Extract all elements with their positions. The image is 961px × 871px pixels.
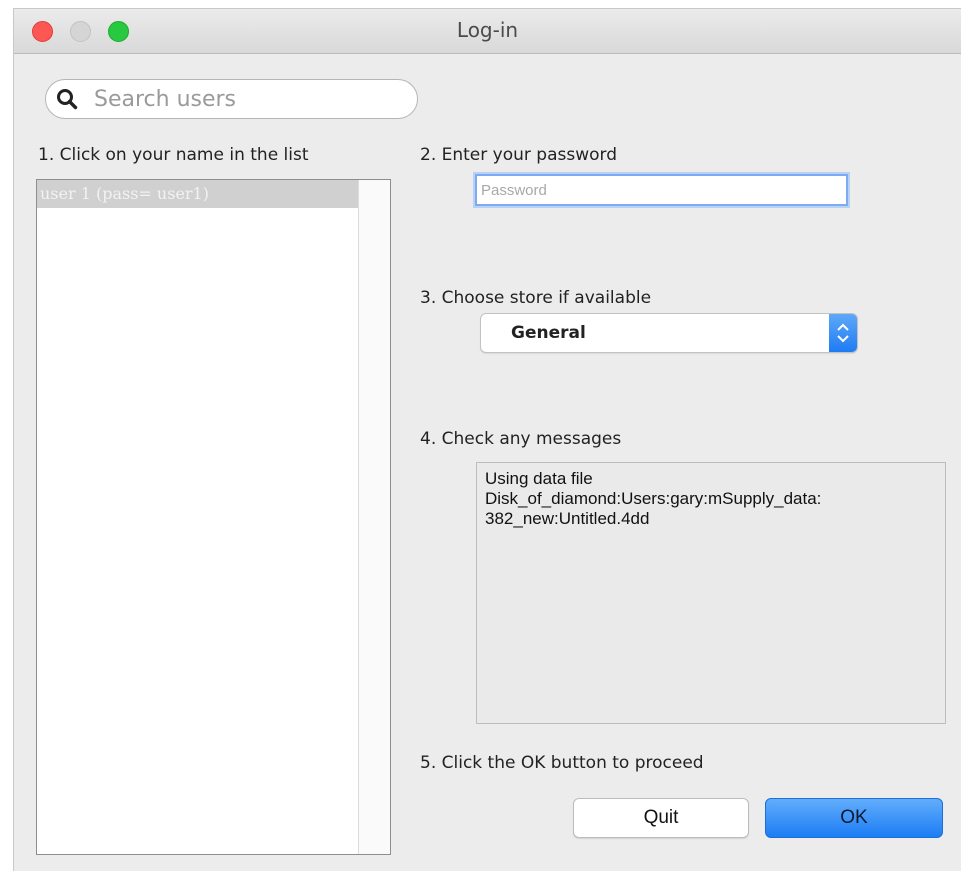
password-input[interactable] [475,174,848,206]
step1-label: 1. Click on your name in the list [38,145,309,165]
message-line: 382_new:Untitled.4dd [485,509,650,528]
chevron-up-down-icon [829,314,857,352]
message-line: Disk_of_diamond:Users:gary:mSupply_data: [485,489,822,508]
user-list-scrollbar[interactable] [358,180,390,854]
search-users-input[interactable] [94,84,394,114]
ok-button[interactable]: OK [765,798,943,838]
quit-button[interactable]: Quit [573,798,749,838]
title-bar[interactable]: Log-in [14,9,961,54]
message-line: Using data file [485,469,593,488]
store-select[interactable]: General [480,313,858,353]
messages-box: Using data file Disk_of_diamond:Users:ga… [476,462,946,724]
step4-label: 4. Check any messages [420,429,622,449]
user-list[interactable]: user 1 (pass= user1) [36,179,391,855]
login-window: Log-in 1. Click on your name in the list… [13,8,961,871]
store-select-value: General [511,323,586,343]
step5-label: 5. Click the OK button to proceed [420,753,704,773]
step2-label: 2. Enter your password [420,145,617,165]
search-users-field[interactable] [45,79,418,119]
step3-label: 3. Choose store if available [420,288,652,308]
window-title: Log-in [456,18,519,42]
search-icon [57,89,78,110]
user-list-item[interactable]: user 1 (pass= user1) [37,180,359,208]
